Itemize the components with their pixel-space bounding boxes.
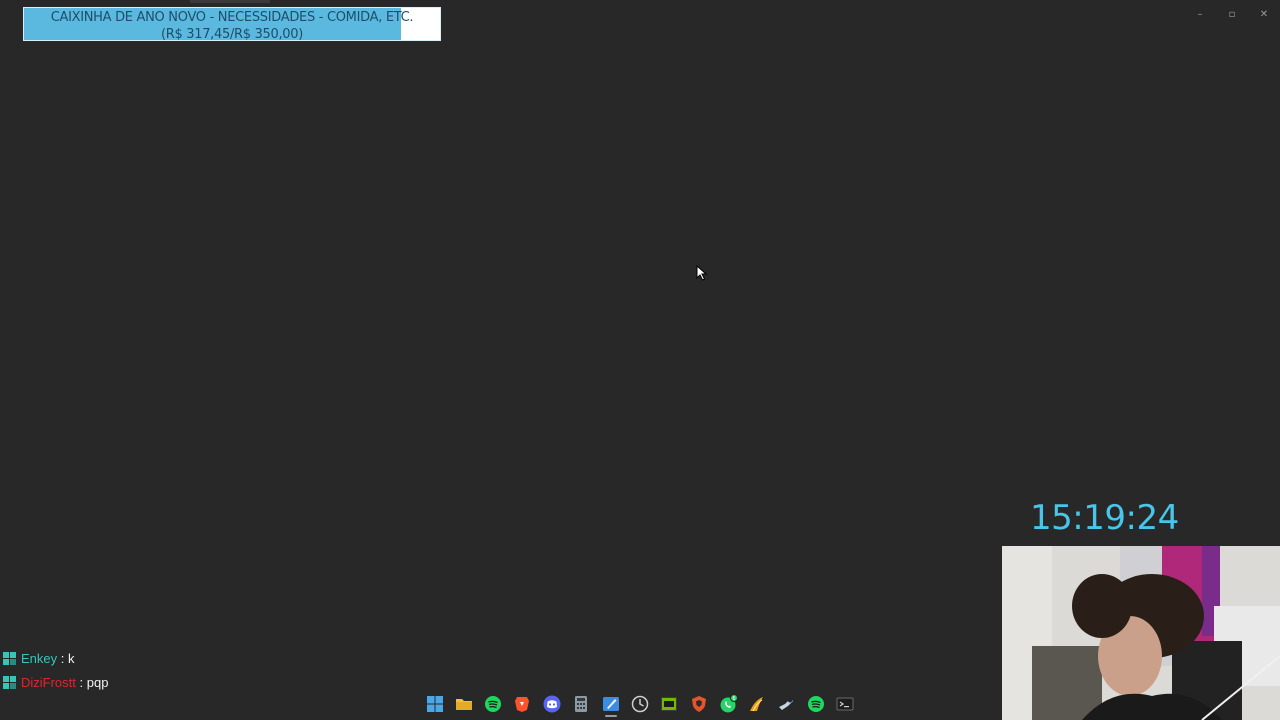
- chat-text: pqp: [86, 675, 109, 690]
- chat-separator: :: [57, 651, 68, 666]
- maximize-button[interactable]: ▫: [1225, 8, 1239, 22]
- chat-username: Enkey: [21, 651, 58, 666]
- mod-badge-icon: [3, 652, 16, 665]
- windows-start-icon[interactable]: [425, 694, 445, 714]
- brave-browser-icon[interactable]: [512, 694, 532, 714]
- steam-icon[interactable]: [776, 694, 796, 714]
- terminal-icon[interactable]: [835, 694, 855, 714]
- whatsapp-badge-count: 6: [732, 696, 735, 702]
- goal-amount: (R$ 317,45/R$ 350,00): [160, 27, 304, 41]
- chat-username: DiziFrostt: [21, 675, 76, 690]
- calculator-icon[interactable]: [571, 694, 591, 714]
- winamp-icon[interactable]: [747, 694, 767, 714]
- discord-icon[interactable]: [542, 694, 562, 714]
- chat-message: Enkey : k: [3, 651, 74, 667]
- shield-app-icon[interactable]: [689, 694, 709, 714]
- file-explorer-icon[interactable]: [454, 694, 474, 714]
- active-app-indicator: [605, 715, 617, 717]
- top-window-sliver: [190, 0, 270, 3]
- mouse-cursor-icon: [696, 265, 708, 281]
- mod-badge-icon: [3, 676, 16, 689]
- clock-app-icon[interactable]: [630, 694, 650, 714]
- webcam-feed: [1002, 546, 1280, 720]
- chat-separator: :: [75, 675, 87, 690]
- minimize-button[interactable]: –: [1193, 8, 1207, 22]
- chat-message: DiziFrostt : pqp: [3, 675, 108, 691]
- paint-icon[interactable]: [601, 694, 621, 714]
- spotify-icon[interactable]: [806, 694, 826, 714]
- stream-clock: 15:19:24: [1030, 498, 1179, 538]
- chat-text: k: [67, 651, 75, 666]
- webcam-image: [1002, 546, 1280, 720]
- desktop: CAIXINHA DE ANO NOVO - NECESSIDADES - CO…: [0, 0, 1280, 720]
- goal-label: CAIXINHA DE ANO NOVO - NECESSIDADES - CO…: [24, 9, 440, 41]
- goal-title: CAIXINHA DE ANO NOVO - NECESSIDADES - CO…: [50, 10, 414, 25]
- whatsapp-icon[interactable]: 6: [718, 694, 738, 714]
- close-button[interactable]: ✕: [1257, 8, 1271, 22]
- donation-goal-bar: CAIXINHA DE ANO NOVO - NECESSIDADES - CO…: [23, 7, 441, 41]
- spotify-icon[interactable]: [483, 694, 503, 714]
- nvidia-icon[interactable]: [659, 694, 679, 714]
